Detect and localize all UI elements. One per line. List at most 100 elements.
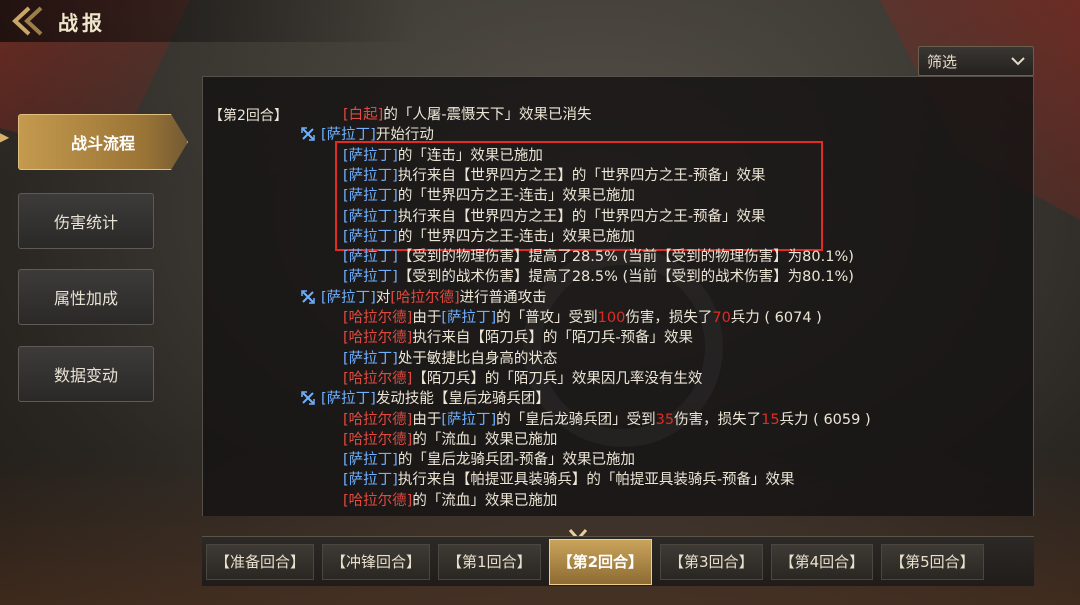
ally-name: [萨拉丁] <box>343 167 398 184</box>
page-title: 战报 <box>58 10 106 35</box>
tab-label: 【冲锋回合】 <box>331 553 422 571</box>
menu-item-data-changes[interactable]: 数据变动 <box>18 346 154 402</box>
tab-round-1[interactable]: 【第1回合】 <box>438 543 541 580</box>
menu-item-battle-flow[interactable]: 战斗流程 <box>18 114 188 170</box>
log-line: [萨拉丁]处于敏捷比自身高的状态 <box>343 349 557 369</box>
tab-label: 【第5回合】 <box>890 553 975 571</box>
log-line: [萨拉丁]的「皇后龙骑兵团-预备」效果已施加 <box>343 450 635 470</box>
log-line: [萨拉丁]的「世界四方之王-连击」效果已施加 <box>343 227 635 247</box>
chevron-down-icon <box>1011 57 1025 66</box>
ally-name: [萨拉丁] <box>343 472 398 489</box>
side-indicator-icon: ▶ <box>0 130 10 144</box>
battle-log-panel[interactable]: 【第2回合】 [白起]的「人屠-震慑天下」效果已消失 [萨拉丁]开始行动 [萨拉丁]… <box>202 76 1034 516</box>
ally-name: [萨拉丁] <box>321 289 376 306</box>
tab-round-4[interactable]: 【第4回合】 <box>770 543 874 580</box>
ally-name: [萨拉丁] <box>343 249 398 266</box>
tab-prep-round[interactable]: 【准备回合】 <box>206 543 315 580</box>
log-line: [萨拉丁]执行来自【世界四方之王】的「世界四方之王-预备」效果 <box>343 207 766 227</box>
log-text: 进行普通攻击 <box>459 289 547 306</box>
ally-name: [萨拉丁] <box>343 350 398 367</box>
tab-label: 【第4回合】 <box>779 553 865 571</box>
ally-name: [萨拉丁] <box>441 310 497 326</box>
enemy-name: [哈拉尔德] <box>343 330 413 347</box>
menu-item-label: 伤害统计 <box>53 213 118 232</box>
log-text: 开始行动 <box>375 127 434 144</box>
tab-round-2[interactable]: 【第2回合】 <box>548 538 653 585</box>
log-text: 执行来自【世界四方之王】的「世界四方之王-预备」效果 <box>397 167 766 184</box>
ally-name: [萨拉丁] <box>343 269 398 286</box>
log-line: [白起]的「人屠-震慑天下」效果已消失 <box>343 105 592 125</box>
enemy-name: [哈拉尔德] <box>343 310 413 326</box>
log-text: 的「普攻」受到 <box>496 310 598 326</box>
ally-name: [萨拉丁] <box>441 411 497 428</box>
log-text: 执行来自【帕提亚具装骑兵】的「帕提亚具装骑兵-预备」效果 <box>397 472 795 489</box>
log-line: [哈拉尔德]【陌刀兵】的「陌刀兵」效果因几率没有生效 <box>343 369 702 389</box>
log-text: 由于 <box>412 411 442 428</box>
log-text: 【受到的战术伤害】提高了28.5% (当前【受到的战术伤害】为80.1%) <box>397 269 854 286</box>
log-line: [萨拉丁]发动技能【皇后龙骑兵团】 <box>301 389 550 409</box>
menu-item-label: 战斗流程 <box>70 134 135 153</box>
log-text: 的「流血」效果已施加 <box>412 431 558 448</box>
log-text: 伤害，损失了 <box>625 310 713 326</box>
log-line: [萨拉丁]执行来自【世界四方之王】的「世界四方之王-预备」效果 <box>343 166 766 186</box>
enemy-name: [哈拉尔德] <box>343 431 413 448</box>
ally-name: [萨拉丁] <box>321 127 376 144</box>
tab-label: 【第1回合】 <box>447 553 532 571</box>
action-crossed-swords-icon <box>301 289 315 304</box>
tab-label: 【第2回合】 <box>557 553 644 571</box>
damage-number: 35 <box>655 411 675 428</box>
filter-label: 筛选 <box>927 52 958 71</box>
menu-item-attribute-bonus[interactable]: 属性加成 <box>18 269 154 325</box>
enemy-name: [白起] <box>343 107 384 123</box>
damage-number: 15 <box>761 411 780 428</box>
menu-item-label: 数据变动 <box>53 366 118 385</box>
ally-name: [萨拉丁] <box>343 188 398 205</box>
menu-item-label: 属性加成 <box>53 289 118 308</box>
log-text: 的「世界四方之王-连击」效果已施加 <box>397 188 636 205</box>
ally-name: [萨拉丁] <box>343 228 398 245</box>
enemy-name: [哈拉尔德] <box>343 411 413 428</box>
back-button[interactable] <box>0 1 58 41</box>
log-text: 的「连击」效果已施加 <box>397 147 543 164</box>
ally-name: [萨拉丁] <box>343 208 398 225</box>
log-line: [哈拉尔德]的「流血」效果已施加 <box>343 491 557 511</box>
log-text: 处于敏捷比自身高的状态 <box>397 350 558 367</box>
log-text: 由于 <box>412 310 442 326</box>
log-text: 兵力 ( 6059 ) <box>779 411 871 428</box>
filter-dropdown[interactable]: 筛选 <box>918 46 1034 76</box>
log-text: 执行来自【世界四方之王】的「世界四方之王-预备」效果 <box>397 208 766 225</box>
log-line: [萨拉丁]开始行动 <box>301 125 434 145</box>
tab-label: 【准备回合】 <box>215 553 306 571</box>
log-text: 发动技能【皇后龙骑兵团】 <box>375 391 550 408</box>
log-text: 兵力 ( 6074 ) <box>730 310 822 326</box>
damage-number: 100 <box>597 310 626 326</box>
log-line: [萨拉丁]【受到的战术伤害】提高了28.5% (当前【受到的战术伤害】为80.1… <box>343 267 854 287</box>
log-line: [哈拉尔德]由于[萨拉丁]的「皇后龙骑兵团」受到35伤害，损失了15兵力 ( 6… <box>343 410 871 430</box>
header-bar: 战报 <box>0 0 420 42</box>
damage-number: 70 <box>712 310 731 326</box>
log-text: 的「世界四方之王-连击」效果已施加 <box>397 228 636 245</box>
log-text: 的「皇后龙骑兵团-预备」效果已施加 <box>397 452 636 469</box>
log-text: 对 <box>375 289 391 306</box>
enemy-name: [哈拉尔德] <box>343 492 413 509</box>
enemy-name: [哈拉尔德] <box>390 289 460 306</box>
log-line: [萨拉丁]执行来自【帕提亚具装骑兵】的「帕提亚具装骑兵-预备」效果 <box>343 470 795 490</box>
log-text: 执行来自【陌刀兵】的「陌刀兵-预备」效果 <box>412 330 694 347</box>
tab-round-5[interactable]: 【第5回合】 <box>881 543 984 580</box>
action-crossed-swords-icon <box>301 391 315 405</box>
tab-label: 【第3回合】 <box>669 553 754 571</box>
log-text: 【陌刀兵】的「陌刀兵」效果因几率没有生效 <box>412 370 703 387</box>
log-text: 【受到的物理伤害】提高了28.5% (当前【受到的物理伤害】为80.1%) <box>397 249 854 266</box>
tab-charge-round[interactable]: 【冲锋回合】 <box>322 543 431 580</box>
log-line: [哈拉尔德]由于[萨拉丁]的「普攻」受到100伤害，损失了70兵力 ( 6074… <box>343 308 822 328</box>
ally-name: [萨拉丁] <box>343 452 398 469</box>
log-line: [哈拉尔德]执行来自【陌刀兵】的「陌刀兵-预备」效果 <box>343 328 693 348</box>
log-text: 伤害，损失了 <box>674 411 762 428</box>
back-chevron-icon <box>12 6 43 36</box>
log-line: [萨拉丁]【受到的物理伤害】提高了28.5% (当前【受到的物理伤害】为80.1… <box>343 247 854 267</box>
round-tab-bar: 【准备回合】 【冲锋回合】 【第1回合】 【第2回合】 【第3回合】 【第4回合… <box>202 536 1034 586</box>
tab-round-3[interactable]: 【第3回合】 <box>660 543 763 580</box>
log-text: 的「流血」效果已施加 <box>412 492 558 509</box>
log-line: [萨拉丁]的「连击」效果已施加 <box>343 146 543 166</box>
menu-item-damage-stats[interactable]: 伤害统计 <box>18 193 154 249</box>
